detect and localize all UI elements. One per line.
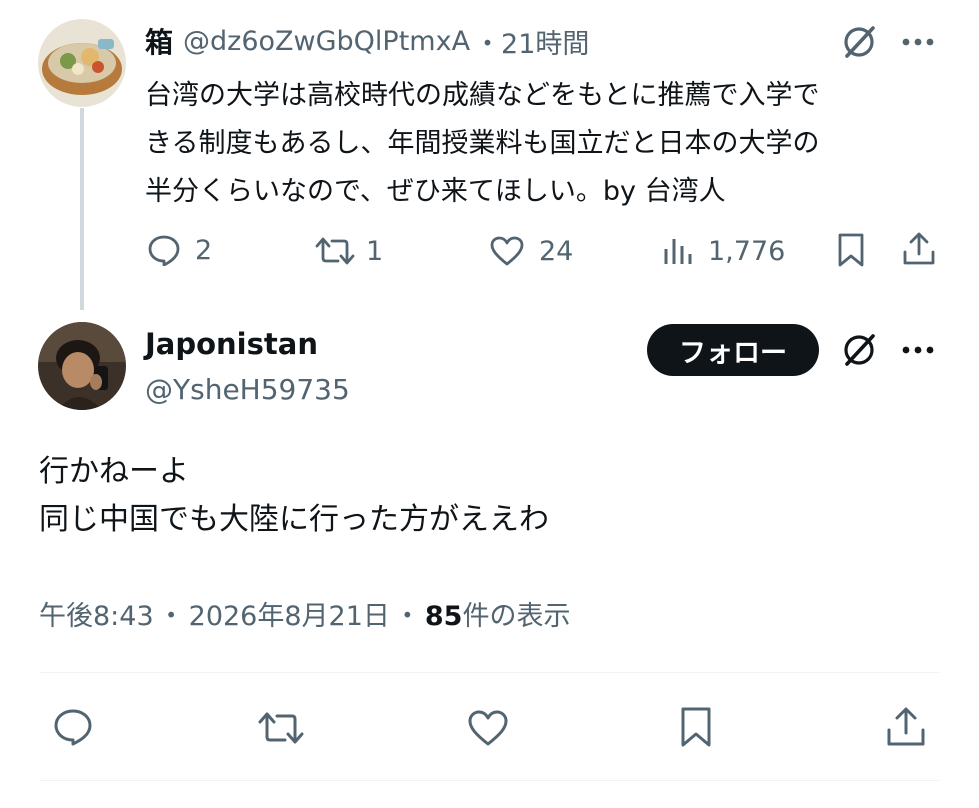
like-button[interactable]: 24 [489, 235, 573, 267]
avatar-image [38, 322, 126, 410]
view-count-label: 件の表示 [462, 601, 571, 632]
reply-tweet-header: 箱 @dz6oZwGbQlPtmxA ・ 21時間 [145, 22, 589, 60]
meta-separator: ・ [157, 601, 185, 632]
header-separator: ・ [474, 28, 502, 60]
share-button[interactable] [886, 706, 926, 748]
retweet-icon [258, 712, 304, 744]
views-chart-icon [664, 239, 692, 264]
display-name[interactable]: 箱 [145, 21, 173, 61]
reply-count: 2 [195, 234, 213, 266]
more-button[interactable] [901, 32, 935, 52]
divider [40, 780, 939, 781]
more-icon [902, 346, 934, 354]
reply-icon [54, 709, 92, 746]
grok-button[interactable] [841, 24, 879, 60]
thread-connector-line [80, 108, 84, 310]
reply-button[interactable]: 2 [147, 234, 212, 266]
display-name[interactable]: Japonistan [145, 327, 318, 361]
like-count: 24 [539, 235, 574, 267]
share-button[interactable] [902, 231, 936, 267]
view-count: 1,776 [708, 235, 786, 267]
tweet-text-line: 半分くらいなので、ぜひ来てほしい。by 台湾人 [145, 176, 726, 207]
share-icon [903, 232, 935, 265]
heart-icon [490, 236, 524, 266]
tweet-time[interactable]: 午後8:43 [39, 594, 154, 633]
tweet-date[interactable]: 2026年8月21日 [189, 594, 390, 633]
heart-icon [468, 710, 508, 746]
tweet-text-line: きる制度もあるし、年間授業料も国立だと日本の大学の [145, 128, 820, 159]
view-count: 85 [424, 601, 463, 632]
avatar[interactable] [38, 322, 126, 410]
tweet-text-line: 行かねーよ [39, 454, 189, 489]
tweet-text-line: 同じ中国でも大陸に行った方がええわ [39, 502, 549, 537]
meta-separator: ・ [393, 601, 421, 632]
avatar-image [38, 19, 126, 107]
user-handle[interactable]: @YsheH59735 [145, 373, 350, 406]
bookmark-button[interactable] [836, 232, 866, 268]
divider [40, 672, 939, 673]
retweet-count: 1 [366, 235, 384, 267]
retweet-icon [315, 237, 355, 265]
tweet-timestamp[interactable]: 21時間 [501, 22, 589, 61]
grok-icon [844, 334, 875, 366]
tweet-meta: 午後8:43 ・ 2026年8月21日 ・ 85 件の表示 [39, 594, 570, 633]
like-button[interactable] [467, 709, 509, 747]
retweet-button[interactable]: 1 [314, 236, 383, 266]
bookmark-button[interactable] [679, 706, 713, 748]
retweet-button[interactable] [256, 710, 306, 746]
share-icon [887, 707, 925, 746]
user-handle[interactable]: @dz6oZwGbQlPtmxA [183, 26, 470, 57]
main-tweet-text: 行かねーよ 同じ中国でも大陸に行った方がええわ [39, 448, 549, 544]
reply-tweet-text: 台湾の大学は高校時代の成績などをもとに推薦で入学で きる制度もあるし、年間授業料… [145, 72, 819, 216]
avatar[interactable] [38, 19, 126, 107]
reply-icon [148, 235, 180, 266]
tweet-text-line: 台湾の大学は高校時代の成績などをもとに推薦で入学で [145, 80, 820, 111]
reply-button[interactable] [53, 708, 93, 746]
grok-icon [844, 26, 875, 58]
more-button[interactable] [901, 340, 935, 360]
follow-button[interactable]: フォロー [647, 324, 819, 376]
more-icon [902, 38, 934, 46]
bookmark-icon [681, 707, 711, 747]
views-button[interactable]: 1,776 [662, 235, 785, 267]
bookmark-icon [838, 233, 864, 267]
grok-button[interactable] [841, 332, 879, 368]
